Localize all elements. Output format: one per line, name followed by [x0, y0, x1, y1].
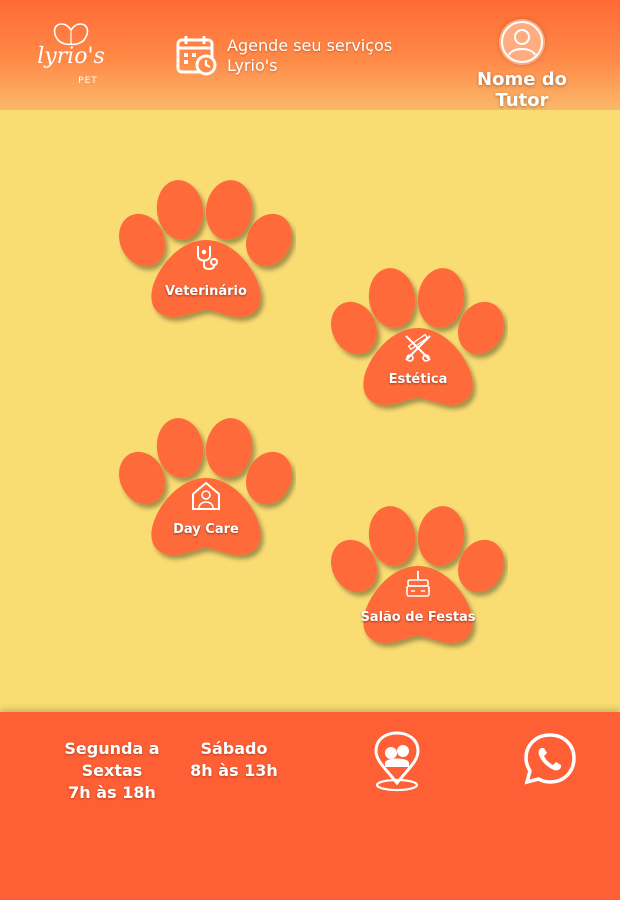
app-header: lyrio's PET Agende seu serviços Lyrio's …: [0, 0, 620, 111]
weekday-hours: Segunda a Sextas 7h às 18h: [38, 738, 186, 804]
service-label: Estética: [388, 372, 448, 387]
user-icon: [501, 21, 543, 63]
avatar[interactable]: [499, 19, 545, 65]
saturday-hours: Sábado 8h às 13h: [190, 738, 278, 782]
pet-house-icon: [192, 481, 220, 510]
service-veterinario[interactable]: Veterinário: [116, 178, 296, 328]
calendar-clock-icon[interactable]: [176, 34, 218, 76]
location-pin-icon[interactable]: [372, 731, 422, 793]
service-day-care[interactable]: Day Care: [116, 416, 296, 566]
logo-subtitle: PET: [78, 76, 98, 86]
saturday-time: 8h às 13h: [190, 761, 278, 780]
service-label: Salão de Festas: [360, 610, 476, 625]
lyrios-logo[interactable]: lyrio's PET: [34, 18, 108, 90]
schedule-title: Agende seu serviços: [227, 36, 393, 55]
schedule-link[interactable]: Agende seu serviços Lyrio's: [227, 36, 392, 76]
whatsapp-icon[interactable]: [522, 731, 578, 787]
weekdays-hours: 7h às 18h: [68, 783, 156, 802]
service-label: Veterinário: [165, 284, 247, 299]
service-estetica[interactable]: Estética: [328, 266, 508, 416]
service-label: Day Care: [173, 522, 239, 537]
schedule-brand: Lyrio's: [227, 56, 278, 75]
scissors-comb-icon: [405, 333, 431, 362]
stethoscope-icon: [197, 246, 218, 270]
tutor-name[interactable]: Nome do Tutor: [448, 69, 596, 111]
logo-text: lyrio's: [37, 44, 105, 69]
saturday-label: Sábado: [200, 739, 268, 758]
weekdays-label: Segunda a Sextas: [64, 739, 160, 780]
cake-icon: [406, 571, 430, 597]
service-salao-de-festas[interactable]: Salão de Festas: [328, 504, 508, 654]
